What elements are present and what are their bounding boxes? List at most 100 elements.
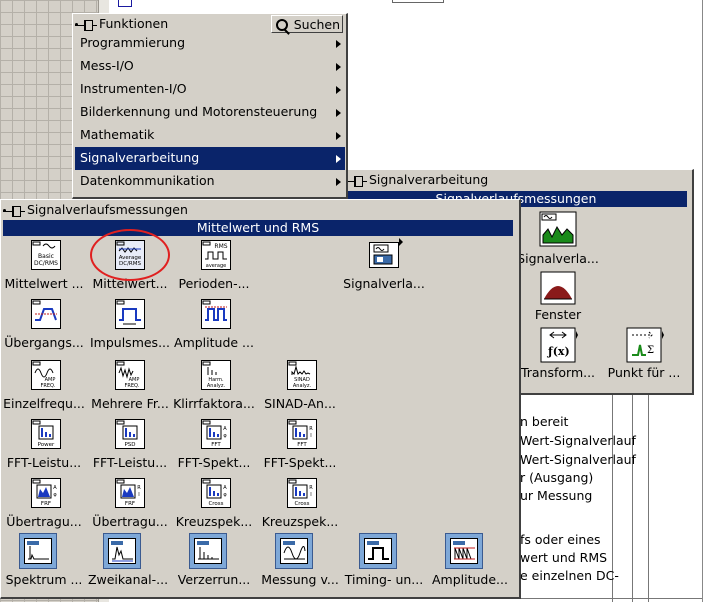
frf-ri-icon: R I FRF (115, 478, 145, 508)
palette-title-bar[interactable]: Signalverlaufsmessungen (3, 200, 188, 220)
menu-item-signalverarbeitung[interactable]: Signalverarbeitung (75, 147, 345, 170)
palette-item-pulse-measurement[interactable]: Impulsmes... (87, 297, 175, 355)
palette-item-label: Fenster (534, 307, 582, 322)
palette-item-transition-measurement[interactable]: Übergangs... (1, 297, 89, 355)
svg-text:FRF: FRF (41, 501, 51, 507)
palette-item-single-tone[interactable]: AMP FREQ. Einzelfrequ... (1, 358, 89, 416)
svg-text:FRF: FRF (125, 501, 135, 507)
palette-title-bar[interactable]: Funktionen (75, 14, 168, 34)
palette-item-fft-power[interactable]: Power FFT-Leistu... (1, 417, 89, 475)
frf-mag-icon: Aφ FRF (31, 478, 61, 508)
waveform-subpalette-icon (367, 236, 403, 272)
palette-item-frf-ri[interactable]: R I FRF Übertragu... (87, 476, 175, 534)
search-label: Suchen (293, 17, 340, 32)
svg-text:I: I (310, 492, 311, 498)
submenu-arrow-icon (336, 109, 341, 117)
palette-item-window[interactable]: Fenster (515, 271, 605, 331)
svg-text:φ: φ (53, 492, 57, 498)
palette-item-amplitude-level-express[interactable]: Amplitude... (427, 533, 517, 595)
svg-text:Basic: Basic (38, 253, 54, 260)
menu-item-datenkommunikation[interactable]: Datenkommunikation (75, 170, 345, 193)
pin-icon[interactable] (3, 205, 25, 217)
svg-text:Σ: Σ (647, 345, 654, 356)
harmonic-distortion-icon: Harm. Analyz. (201, 360, 231, 390)
palette-item-frf-mag[interactable]: Aφ FRF Übertragu... (1, 476, 89, 534)
svg-text:average: average (206, 263, 226, 269)
palette-title: Signalverarbeitung (369, 172, 489, 187)
palette-item-periodic-average[interactable]: RMS average Perioden-... (171, 238, 259, 296)
svg-text:I: I (310, 433, 311, 439)
spectral-measurements-express-icon (19, 533, 57, 569)
palette-item-label: Übertragu... (92, 514, 168, 529)
submenu-arrow-icon (336, 155, 341, 163)
palette-item-multi-tone[interactable]: AMP FREQ. Mehrere Fr... (87, 358, 175, 416)
periodic-average-icon: RMS average (201, 240, 231, 270)
palette-item-point-by-point[interactable]: Σ Punkt für ... (601, 327, 691, 389)
palette-item-label: Amplitude... (432, 572, 508, 587)
submenu-arrow-icon (336, 63, 341, 71)
pulse-measurement-icon (115, 299, 145, 329)
palette-item-harmonic-distortion[interactable]: Harm. Analyz. Klirrfaktora... (171, 358, 259, 416)
menu-item-mathematik[interactable]: Mathematik (75, 124, 345, 147)
palette-item-label: Zweikanal-... (87, 572, 169, 587)
menu-item-bilderkennung[interactable]: Bilderkennung und Motorensteuerung (75, 101, 345, 124)
palette-item-cross-spectrum-ri[interactable]: R I Cross Kreuzspek... (257, 476, 345, 534)
palette-title-bar[interactable]: Signalverarbeitung (345, 170, 488, 190)
search-button[interactable]: Suchen (271, 15, 343, 33)
palette-category-header: Mittelwert und RMS (3, 220, 513, 236)
fft-power-icon: Power (31, 419, 61, 449)
palette-item-label: Kreuzspek... (175, 514, 253, 529)
palette-item-label: Amplitude ... (174, 335, 254, 350)
point-by-point-icon: Σ (626, 327, 664, 363)
svg-text:Power: Power (38, 442, 55, 448)
svg-text:A: A (53, 485, 57, 491)
menu-item-label: Instrumenten-I/O (80, 81, 187, 96)
submenu-arrow-icon (336, 86, 341, 94)
menu-item-mess-io[interactable]: Mess-I/O (75, 55, 345, 78)
menu-item-instrumenten-io[interactable]: Instrumenten-I/O (75, 78, 345, 101)
palette-item-distortion-measurements[interactable]: Verzerrun... (171, 533, 259, 595)
multi-tone-icon: AMP FREQ. (115, 360, 145, 390)
palette-item-label: Kreuzspek... (261, 514, 339, 529)
palette-item-fft-psd[interactable]: PSD FFT-Leistu... (87, 417, 175, 475)
help-line: Wert-Signalverlauf (520, 452, 636, 467)
svg-text:Cross: Cross (294, 501, 309, 507)
palette-item-waveform-subpalette[interactable]: Signalverla... (341, 238, 431, 296)
menu-item-label: Mess-I/O (80, 58, 134, 73)
menu-item-label: Programmierung (80, 35, 185, 50)
cross-spectrum-ri-icon: R I Cross (287, 478, 317, 508)
svg-text:PSD: PSD (124, 442, 135, 448)
palette-item-basic-dc-rms[interactable]: Basic DC/RMS Mittelwert ... (1, 238, 89, 296)
pin-icon[interactable] (75, 19, 97, 31)
pin-icon[interactable] (345, 175, 367, 187)
help-line: wert und RMS (520, 550, 608, 565)
palette-title: Signalverlaufsmessungen (27, 202, 188, 217)
transform-icon: ƒ(x) (540, 327, 578, 363)
palette-item-cross-spectrum-mag[interactable]: Aφ Cross Kreuzspek... (171, 476, 259, 534)
svg-text:R: R (309, 426, 313, 432)
palette-item-transform[interactable]: ƒ(x) Transform... (515, 327, 605, 389)
palette-item-label: Timing- un... (344, 572, 424, 587)
palette-item-amplitude-levels[interactable]: Amplitude ... (171, 297, 259, 355)
window-icon (540, 271, 576, 305)
palette-item-timing-transition[interactable]: Timing- un... (341, 533, 429, 595)
help-line: Wert-Signalverlauf (520, 433, 636, 448)
help-line: ur Messung (520, 488, 593, 503)
menu-item-programmierung[interactable]: Programmierung (75, 32, 345, 55)
palette-item-sinad[interactable]: SINAD Analyz. SINAD-An... (257, 358, 345, 416)
palette-title: Funktionen (99, 16, 169, 31)
svg-text:ƒ(x): ƒ(x) (546, 345, 570, 358)
signal-generation-icon (539, 211, 577, 247)
help-line: r (Ausgang) (520, 470, 594, 485)
divider (648, 392, 649, 602)
palette-item-tone-measurements[interactable]: Messung v... (257, 533, 345, 595)
dual-channel-express-icon (103, 533, 141, 569)
sinad-icon: SINAD Analyz. (287, 360, 317, 390)
palette-item-spectral-measurements[interactable]: Spektrum ... (1, 533, 89, 595)
search-icon (276, 19, 288, 31)
palette-item-dual-channel-spectral[interactable]: Zweikanal-... (85, 533, 173, 595)
palette-item-fft-spectrum-mag[interactable]: Aφ FFT FFT-Spekt... (171, 417, 259, 475)
distortion-express-icon (189, 533, 227, 569)
palette-item-fft-spectrum-ri[interactable]: R I FFT FFT-Spekt... (257, 417, 345, 475)
palette-item-label: Impulsmes... (89, 335, 170, 350)
